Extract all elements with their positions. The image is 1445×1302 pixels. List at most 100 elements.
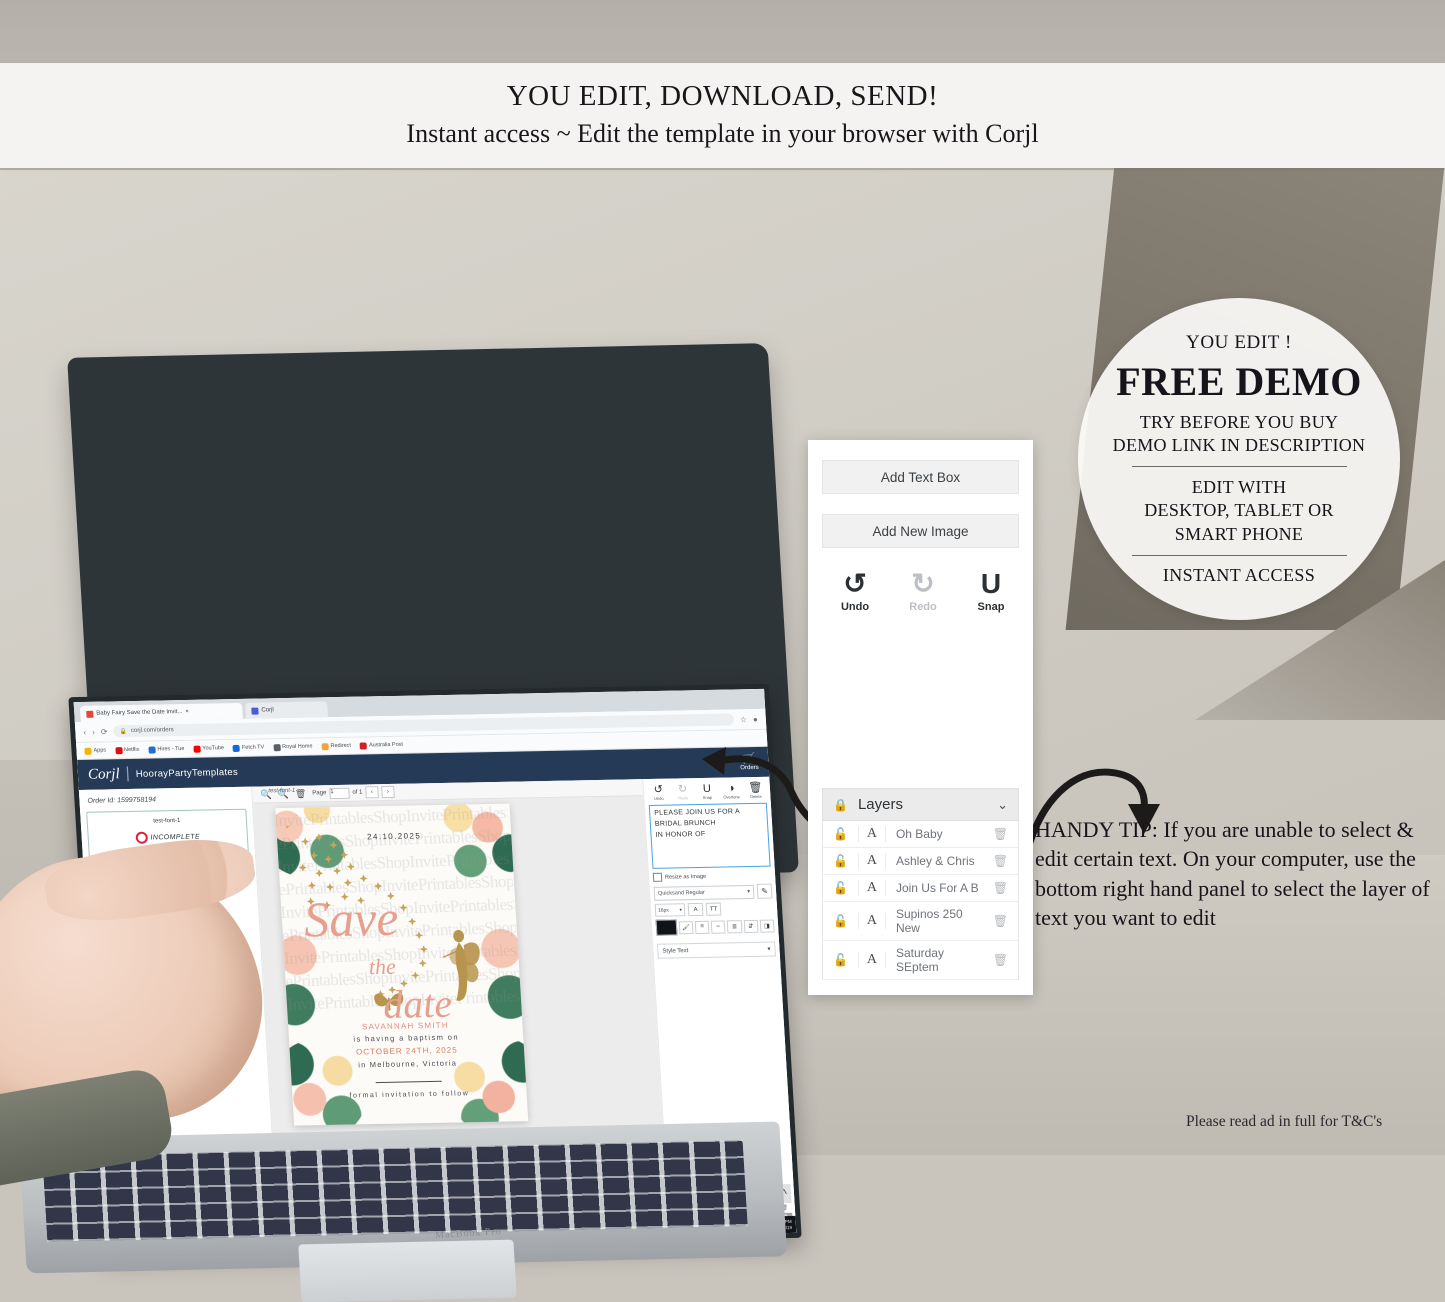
bookmark-item[interactable]: Netflix xyxy=(114,746,140,754)
undo-button[interactable]: ↺ Undo xyxy=(834,570,876,614)
bookmark-label: Australia Post xyxy=(368,741,404,749)
font-family-select[interactable]: Quicksand Regular ▾ xyxy=(653,884,755,901)
font-pick-icon[interactable]: ✎ xyxy=(756,883,773,899)
increase-size-icon[interactable]: TT xyxy=(705,902,722,916)
font-family-row: Quicksand Regular ▾ ✎ xyxy=(653,883,773,901)
handy-tip-text: HANDY TIP: If you are unable to select &… xyxy=(1035,817,1430,930)
align-icon[interactable]: ≣ xyxy=(727,919,743,933)
layer-delete-icon[interactable]: 🗑 xyxy=(993,914,1008,928)
demo-instant-access: INSTANT ACCESS xyxy=(1162,565,1316,586)
layer-row[interactable]: 🔓 A Saturday SEptem 🗑 xyxy=(822,941,1019,980)
checkbox-icon xyxy=(652,872,663,882)
decrease-size-icon[interactable]: A xyxy=(687,902,704,917)
style-text-accordion[interactable]: Style Text ▾ xyxy=(656,941,776,959)
layer-lock-icon[interactable]: 🔓 xyxy=(833,914,848,928)
profile-avatar[interactable]: ● xyxy=(753,714,758,723)
layer-lock-icon[interactable]: 🔓 xyxy=(833,854,848,868)
prev-page-button[interactable]: ‹ xyxy=(365,786,379,799)
layer-row[interactable]: 🔓 A Join Us For A B 🗑 xyxy=(822,875,1019,902)
browser-tab-2[interactable]: Corjl xyxy=(244,701,328,719)
orders-button[interactable]: 🛒 Orders xyxy=(739,752,759,772)
address-bar-value: corjl.com/orders xyxy=(130,727,174,734)
bookmark-item[interactable]: Hires - Tue xyxy=(148,745,185,754)
promo-banner: YOU EDIT, DOWNLOAD, SEND! Instant access… xyxy=(0,63,1445,168)
layer-lock-icon[interactable]: 🔓 xyxy=(833,953,848,967)
font-size-value: 16px xyxy=(657,907,670,914)
browser-tab-1-label: Baby Fairy Save the Date Invit... xyxy=(96,709,183,717)
layers-panel-header[interactable]: 🔒 Layers ⌄ xyxy=(822,788,1019,821)
snap-magnet-button[interactable]: U Snap xyxy=(970,570,1012,614)
invitation-card[interactable]: InvitePrintablesShopInvitePrintablesShop… xyxy=(275,803,529,1126)
resize-as-image-label: Resize as Image xyxy=(664,873,707,881)
bookmark-item[interactable]: Royal Home xyxy=(273,743,313,751)
trash-tool[interactable]: 🗑 Delete xyxy=(746,781,766,799)
vertical-align-icon[interactable]: ⇵ xyxy=(743,919,759,933)
text-color-swatch[interactable] xyxy=(655,919,678,936)
laptop-trackpad xyxy=(298,1239,517,1302)
tab-close-icon[interactable]: × xyxy=(185,709,189,715)
browser-tab-1[interactable]: Baby Fairy Save the Date Invit... × xyxy=(79,702,243,722)
chevron-down-icon-2: ▾ xyxy=(679,906,683,913)
redo-button[interactable]: ↻ Redo xyxy=(902,570,944,614)
reload-icon[interactable]: ⟳ xyxy=(100,727,107,736)
trash-icon[interactable]: 🗑 xyxy=(295,788,307,799)
bookmark-item[interactable]: Australia Post xyxy=(359,741,404,750)
layers-panel-title: Layers xyxy=(857,796,903,813)
redo-tool[interactable]: ↻ Redo xyxy=(673,783,693,800)
card-the-word: the xyxy=(368,953,397,980)
bookmark-star-icon[interactable]: ☆ xyxy=(740,715,748,724)
bookmark-item[interactable]: Apps xyxy=(84,747,106,755)
layer-lock-icon[interactable]: 🔓 xyxy=(833,827,848,841)
resize-as-image-checkbox[interactable]: Resize as Image xyxy=(652,871,772,882)
layer-delete-icon[interactable]: 🗑 xyxy=(993,881,1008,895)
letter-spacing-icon[interactable]: ⇔ xyxy=(710,919,726,934)
trash-icon: 🗑 xyxy=(748,781,763,795)
page-navigator: Page 1 of 1 ‹ › xyxy=(312,785,395,800)
header-divider: | xyxy=(125,764,131,783)
corjl-logo[interactable]: Corjl xyxy=(87,766,120,784)
demo-devices-2: SMART PHONE xyxy=(1174,523,1304,544)
cart-icon: 🛒 xyxy=(741,752,757,765)
layer-name: Oh Baby xyxy=(895,827,943,841)
layer-row[interactable]: 🔓 A Supinos 250 New 🗑 xyxy=(822,902,1019,941)
back-icon[interactable]: ‹ xyxy=(83,727,86,736)
undo-tool[interactable]: ↺ Undo xyxy=(649,784,669,801)
shop-name: HoorayPartyTemplates xyxy=(135,766,239,780)
chevron-down-icon: ▾ xyxy=(747,888,751,895)
bookmark-item[interactable]: YouTube xyxy=(193,745,224,753)
chevron-down-icon-layers[interactable]: ⌄ xyxy=(997,797,1008,813)
next-page-button[interactable]: › xyxy=(381,785,395,799)
page-number-input[interactable]: 1 xyxy=(329,787,350,799)
layer-row[interactable]: 🔓 A Oh Baby 🗑 xyxy=(822,821,1019,848)
browser-tab-2-label: Corjl xyxy=(261,707,274,714)
layer-delete-icon[interactable]: 🗑 xyxy=(993,827,1008,841)
add-new-image-button[interactable]: Add New Image xyxy=(822,514,1019,548)
layer-row[interactable]: 🔓 A Ashley & Chris 🗑 xyxy=(822,848,1019,875)
canvas-font-label: test-font-1 xyxy=(268,787,296,795)
add-text-box-button[interactable]: Add Text Box xyxy=(822,460,1019,494)
bookmark-favicon-icon xyxy=(273,743,281,751)
layer-lock-icon[interactable]: 🔓 xyxy=(833,881,848,895)
text-editor-input[interactable]: PLEASE JOIN US FOR A BRIDAL BRUNCH IN HON… xyxy=(648,802,771,869)
order-id: Order Id: 1599758194 xyxy=(87,796,157,805)
bookmark-favicon-icon xyxy=(321,742,329,750)
forward-icon[interactable]: › xyxy=(92,727,95,736)
banner-subline: Instant access ~ Edit the template in yo… xyxy=(406,119,1039,149)
layer-delete-icon[interactable]: 🗑 xyxy=(993,854,1008,868)
bookmark-item[interactable]: Fetch TV xyxy=(232,744,265,752)
bookmark-favicon-icon xyxy=(148,746,156,754)
redo-icon: ↻ xyxy=(677,783,688,796)
page-total: of 1 xyxy=(352,789,363,796)
layer-delete-icon[interactable]: 🗑 xyxy=(993,953,1008,967)
opacity-tool[interactable]: ◑ Overtone xyxy=(721,782,741,799)
font-size-select[interactable]: 16px ▾ xyxy=(654,903,686,917)
bookmark-label: Hires - Tue xyxy=(157,745,185,753)
fill-color-icon[interactable]: 🖌 xyxy=(678,920,694,934)
bookmark-item[interactable]: Redirect xyxy=(321,742,351,750)
redo-label: Redo xyxy=(909,601,937,613)
demo-edit-with: EDIT WITH xyxy=(1191,476,1287,497)
line-height-icon[interactable]: ≡ xyxy=(694,920,710,934)
curve-text-icon[interactable]: ◨ xyxy=(759,919,775,933)
snap-magnet-tool[interactable]: U Snap xyxy=(697,783,717,800)
text-editor-line: PLEASE JOIN US FOR A BRIDAL BRUNCH xyxy=(654,808,740,828)
